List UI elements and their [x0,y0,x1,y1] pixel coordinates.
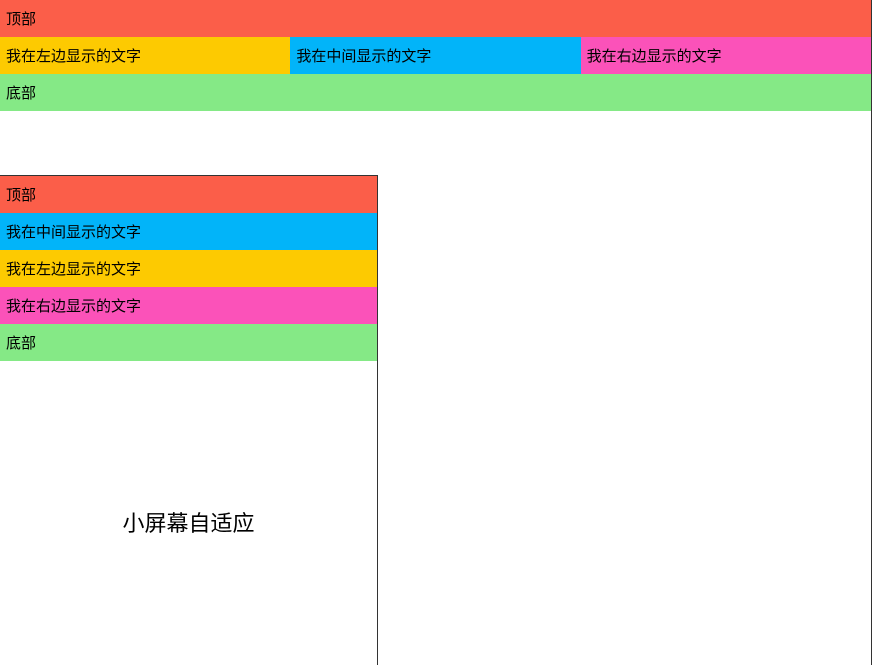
narrow-layout-demo: 顶部 我在中间显示的文字 我在左边显示的文字 我在右边显示的文字 底部 [0,176,377,361]
narrow-layout-frame: 顶部 我在中间显示的文字 我在左边显示的文字 我在右边显示的文字 底部 小屏幕自… [0,175,378,665]
wide-left-cell: 我在左边显示的文字 [0,37,290,74]
wide-right-cell: 我在右边显示的文字 [581,37,871,74]
narrow-left-cell: 我在左边显示的文字 [0,250,377,287]
wide-footer: 底部 [0,74,871,111]
wide-center-cell: 我在中间显示的文字 [290,37,580,74]
narrow-footer: 底部 [0,324,377,361]
narrow-caption: 小屏幕自适应 [0,506,377,538]
narrow-center-cell: 我在中间显示的文字 [0,213,377,250]
narrow-header: 顶部 [0,176,377,213]
wide-header: 顶部 [0,0,871,37]
wide-middle-row: 我在左边显示的文字 我在中间显示的文字 我在右边显示的文字 [0,37,871,74]
narrow-right-cell: 我在右边显示的文字 [0,287,377,324]
wide-layout-demo: 顶部 我在左边显示的文字 我在中间显示的文字 我在右边显示的文字 底部 [0,0,871,111]
